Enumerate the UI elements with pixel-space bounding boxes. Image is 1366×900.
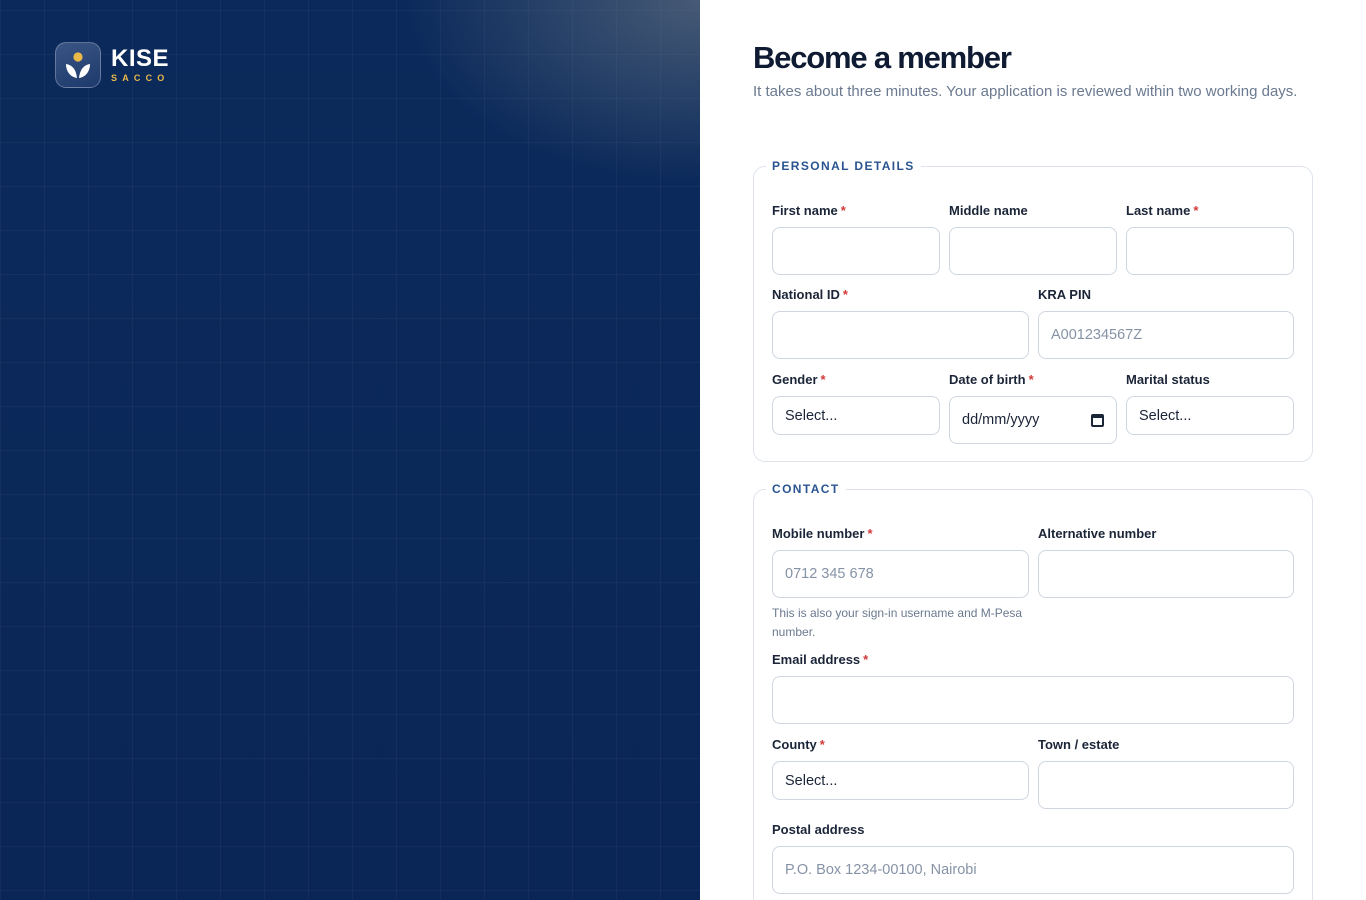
- postal-address-field: Postal address P.O. Box 1234-00100, Nair…: [772, 822, 1294, 894]
- sprout-icon: [55, 42, 101, 88]
- email-field: Email address *: [772, 652, 1294, 724]
- county-field: County * Select...: [772, 737, 1029, 800]
- national-id-input[interactable]: [772, 311, 1029, 359]
- brand-name: KISE: [111, 44, 170, 72]
- required-marker: *: [819, 737, 825, 752]
- alt-number-label: Alternative number: [1038, 526, 1157, 541]
- mobile-number-field: Mobile number * 0712 345 678 This is also…: [772, 526, 1029, 642]
- national-id-field: National ID *: [772, 287, 1029, 359]
- middle-name-label: Middle name: [949, 203, 1028, 218]
- middle-name-input[interactable]: [949, 227, 1117, 275]
- logo[interactable]: KISE SACCO: [55, 42, 170, 88]
- county-select[interactable]: Select...: [772, 761, 1029, 800]
- contact-section: CONTACT Mobile number * 0712 345 678 This…: [753, 482, 1313, 900]
- calendar-icon[interactable]: [1091, 413, 1104, 427]
- brand-panel: KISE SACCO: [0, 0, 700, 900]
- signup-form-panel: Become a member It takes about three min…: [700, 0, 1366, 900]
- mobile-number-hint: This is also your sign-in username and M…: [772, 606, 1023, 639]
- gender-select[interactable]: Select...: [772, 396, 940, 435]
- kra-pin-input[interactable]: A001234567Z: [1038, 311, 1294, 359]
- mobile-number-label: Mobile number: [772, 526, 865, 541]
- required-marker: *: [842, 287, 848, 302]
- kra-pin-field: KRA PIN A001234567Z: [1038, 287, 1294, 359]
- required-marker: *: [820, 372, 826, 387]
- dob-label: Date of birth: [949, 372, 1026, 387]
- last-name-input[interactable]: [1126, 227, 1294, 275]
- email-input[interactable]: [772, 676, 1294, 724]
- brand-wordmark: KISE SACCO: [111, 44, 170, 84]
- last-name-field: Last name *: [1126, 203, 1294, 275]
- last-name-label: Last name: [1126, 203, 1191, 218]
- marital-status-label: Marital status: [1126, 372, 1210, 387]
- required-marker: *: [1028, 372, 1034, 387]
- first-name-label: First name: [772, 203, 838, 218]
- mobile-number-input[interactable]: 0712 345 678: [772, 550, 1029, 598]
- required-marker: *: [1193, 203, 1199, 218]
- town-input[interactable]: [1038, 761, 1294, 809]
- dob-field: Date of birth * dd/mm/yyyy: [949, 372, 1117, 444]
- kra-pin-label: KRA PIN: [1038, 287, 1091, 302]
- county-label: County: [772, 737, 817, 752]
- marital-status-select[interactable]: Select...: [1126, 396, 1294, 435]
- alt-number-input[interactable]: [1038, 550, 1294, 598]
- required-marker: *: [863, 652, 869, 667]
- postal-address-label: Postal address: [772, 822, 865, 837]
- personal-details-section: PERSONAL DETAILS First name * Middle name…: [753, 159, 1313, 462]
- gender-label: Gender: [772, 372, 818, 387]
- dob-value: dd/mm/yyyy: [962, 412, 1040, 428]
- required-marker: *: [840, 203, 846, 218]
- section-legend-personal: PERSONAL DETAILS: [766, 159, 921, 173]
- email-label: Email address: [772, 652, 861, 667]
- middle-name-field: Middle name: [949, 203, 1117, 275]
- postal-address-input[interactable]: P.O. Box 1234-00100, Nairobi: [772, 846, 1294, 894]
- town-label: Town / estate: [1038, 737, 1120, 752]
- page-title: Become a member: [753, 40, 1012, 75]
- first-name-input[interactable]: [772, 227, 940, 275]
- page-subtitle: It takes about three minutes. Your appli…: [753, 83, 1298, 100]
- town-field: Town / estate: [1038, 737, 1294, 809]
- marital-status-field: Marital status Select...: [1126, 372, 1294, 435]
- dob-input[interactable]: dd/mm/yyyy: [949, 396, 1117, 444]
- section-legend-contact: CONTACT: [766, 482, 846, 496]
- first-name-field: First name *: [772, 203, 940, 275]
- required-marker: *: [867, 526, 873, 541]
- brand-sub: SACCO: [111, 72, 170, 83]
- alt-number-field: Alternative number: [1038, 526, 1294, 598]
- gender-field: Gender * Select...: [772, 372, 940, 435]
- national-id-label: National ID: [772, 287, 840, 302]
